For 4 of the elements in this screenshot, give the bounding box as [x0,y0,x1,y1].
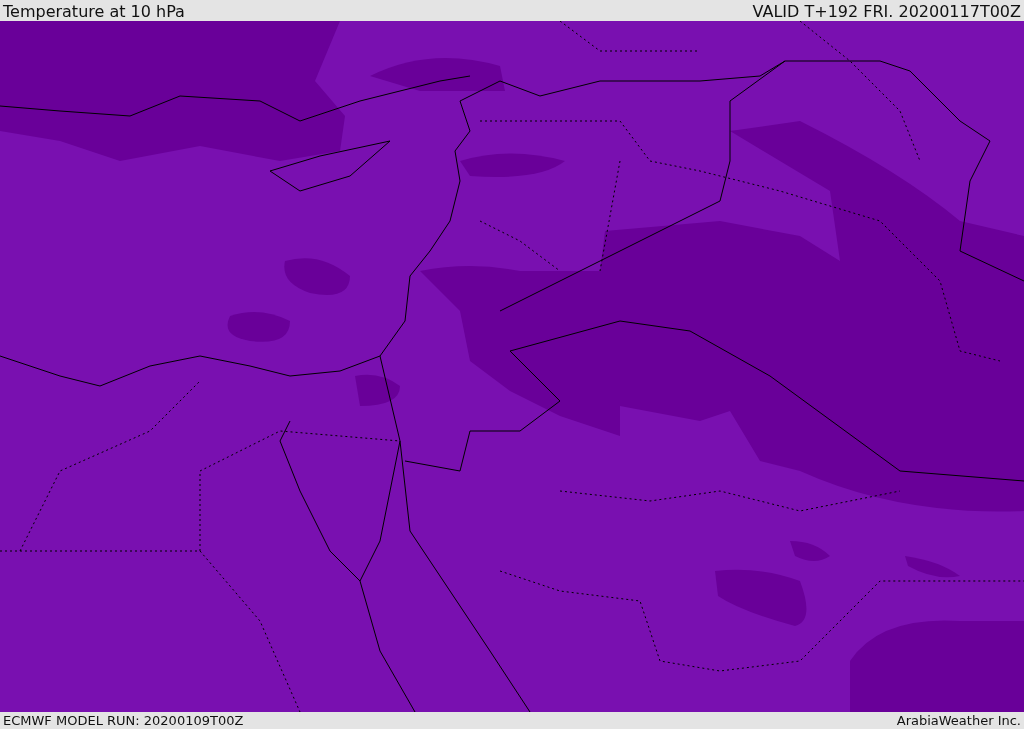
credit-text: ArabiaWeather Inc. [896,712,1021,729]
map-title: Temperature at 10 hPa [3,2,185,21]
model-run: ECMWF MODEL RUN: 20200109T00Z [3,712,244,729]
valid-time: VALID T+192 FRI. 20200117T00Z [752,2,1021,21]
